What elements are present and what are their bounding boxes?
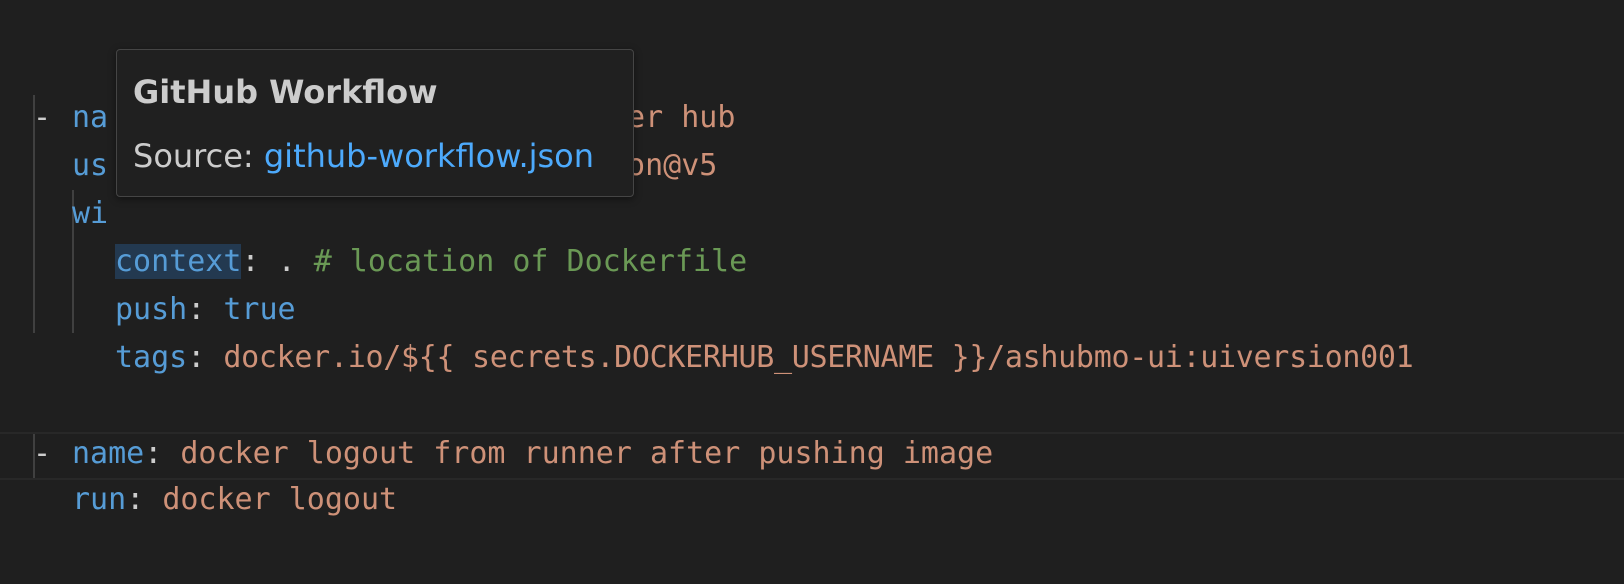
yaml-value: docker logout: [162, 482, 398, 517]
schema-source-link[interactable]: github-workflow.json: [264, 137, 594, 175]
yaml-key: push: [115, 292, 188, 327]
code-editor[interactable]: - na ker hub us ion@v5 wi context: . # loc…: [0, 0, 1624, 584]
code-line-2[interactable]: us ion@v5: [0, 94, 717, 183]
yaml-colon: :: [187, 340, 224, 375]
code-line-6[interactable]: tags: docker.io/${{ secrets.DOCKERHUB_US…: [0, 286, 1414, 375]
code-line-3[interactable]: wi: [0, 142, 108, 231]
yaml-key: run: [72, 482, 127, 517]
code-line-8-current[interactable]: run: docker logout: [0, 432, 1624, 517]
hover-source-line: Source: github-workflow.json: [133, 136, 594, 176]
yaml-key: wi: [72, 196, 109, 231]
hover-source-label: Source:: [133, 137, 264, 175]
yaml-key: na: [72, 100, 109, 135]
yaml-key-highlighted: context: [115, 244, 242, 279]
code-line-1[interactable]: - na ker hub: [0, 46, 735, 135]
code-line-5[interactable]: push: true: [0, 238, 296, 327]
code-line-4[interactable]: context: . # location of Dockerfile: [0, 190, 747, 279]
yaml-value: true: [223, 292, 296, 327]
yaml-key: tags: [115, 340, 188, 375]
yaml-key: us: [72, 148, 109, 183]
yaml-colon: :: [187, 292, 224, 327]
code-line-7[interactable]: - name: docker logout from runner after …: [0, 382, 993, 471]
yaml-value: .: [277, 244, 314, 279]
hover-title: GitHub Workflow: [133, 73, 438, 111]
schema-hover-tooltip: GitHub Workflow Source: github-workflow.…: [116, 49, 634, 197]
yaml-colon: :: [126, 482, 163, 517]
yaml-colon: :: [241, 244, 278, 279]
yaml-value: docker.io/${{ secrets.DOCKERHUB_USERNAME…: [223, 340, 1414, 375]
yaml-comment: # location of Dockerfile: [313, 244, 748, 279]
